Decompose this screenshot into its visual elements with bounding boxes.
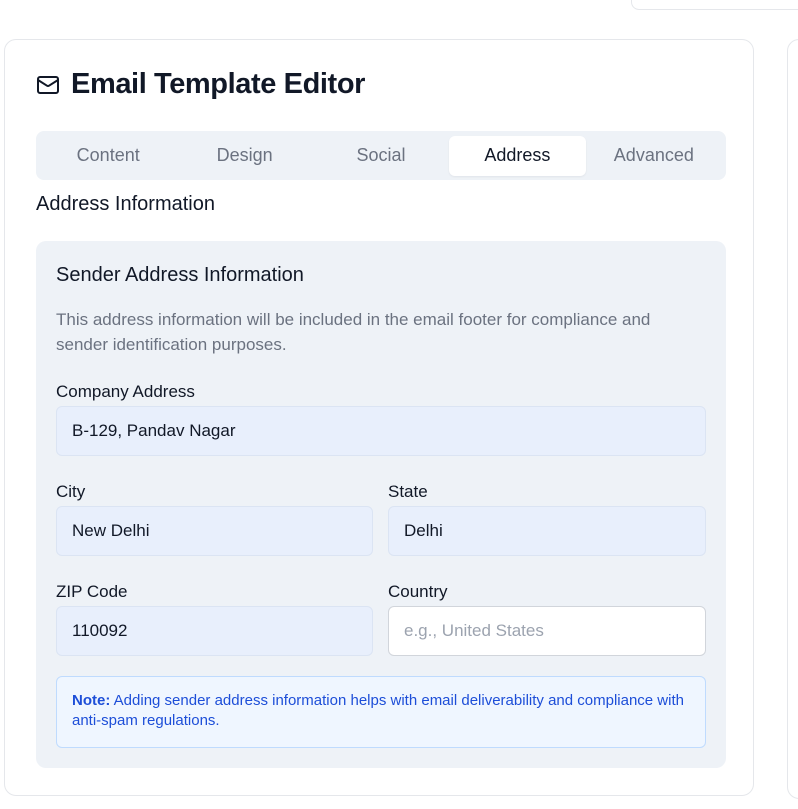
company-address-label: Company Address bbox=[56, 382, 195, 401]
city-label: City bbox=[56, 482, 86, 501]
country-input[interactable] bbox=[388, 606, 706, 656]
editor-tabs: Content Design Social Address Advanced bbox=[36, 131, 726, 180]
editor-header: Email Template Editor bbox=[36, 68, 365, 101]
tab-advanced[interactable]: Advanced bbox=[586, 136, 722, 176]
state-label: State bbox=[388, 482, 428, 501]
section-title: Address Information bbox=[36, 193, 215, 215]
note-prefix: Note: bbox=[72, 692, 111, 709]
tab-content[interactable]: Content bbox=[40, 136, 176, 176]
mail-icon bbox=[36, 73, 60, 97]
right-side-panel-edge bbox=[787, 39, 798, 799]
note-text: Adding sender address information helps … bbox=[72, 692, 684, 729]
panel-title: Sender Address Information bbox=[56, 264, 304, 286]
country-label: Country bbox=[388, 582, 448, 601]
zip-code-label: ZIP Code bbox=[56, 582, 128, 601]
compliance-note: Note: Adding sender address information … bbox=[56, 676, 706, 748]
top-right-card-edge bbox=[631, 0, 798, 10]
zip-code-input[interactable] bbox=[56, 606, 373, 656]
page-title: Email Template Editor bbox=[71, 68, 366, 100]
city-input[interactable] bbox=[56, 506, 373, 556]
tab-social[interactable]: Social bbox=[313, 136, 449, 176]
tab-address[interactable]: Address bbox=[449, 135, 586, 176]
panel-description: This address information will be include… bbox=[56, 310, 651, 354]
company-address-input[interactable] bbox=[56, 406, 706, 456]
state-input[interactable] bbox=[388, 506, 706, 556]
email-template-editor-card: Email Template Editor Content Design Soc… bbox=[4, 39, 754, 796]
sender-address-panel: Sender Address Information This address … bbox=[36, 241, 726, 768]
tab-design[interactable]: Design bbox=[176, 136, 312, 176]
